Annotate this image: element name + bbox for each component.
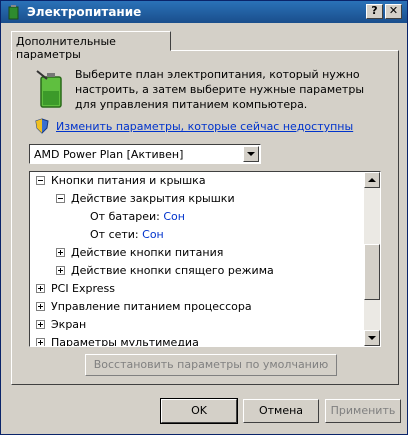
chevron-up-icon <box>368 178 376 182</box>
help-button[interactable]: ? <box>366 4 383 19</box>
expand-icon[interactable] <box>36 338 45 346</box>
expand-icon[interactable] <box>36 320 45 329</box>
chevron-down-icon <box>247 152 255 156</box>
apply-button[interactable]: Применить <box>325 399 401 423</box>
tree-item-pci-express[interactable]: PCI Express <box>36 281 115 297</box>
power-plan-value: AMD Power Plan [Активен] <box>34 148 184 161</box>
collapse-icon[interactable] <box>56 194 65 203</box>
ok-button[interactable]: OK <box>160 398 238 424</box>
dropdown-button[interactable] <box>243 146 259 162</box>
tree-item-plugged-in[interactable]: От сети: Сон <box>90 227 164 243</box>
description-text: Выберите план электропитания, который ну… <box>75 68 365 111</box>
tab-label: Дополнительные параметры <box>16 35 116 61</box>
expand-icon[interactable] <box>56 266 65 275</box>
power-options-window: Электропитание ? ✕ Дополнительные параме… <box>0 0 408 435</box>
chevron-down-icon <box>368 336 376 340</box>
scroll-up-button[interactable] <box>364 172 380 188</box>
tree-item-on-battery[interactable]: От батареи: Сон <box>90 209 185 225</box>
power-plan-select[interactable]: AMD Power Plan [Активен] <box>29 144 261 164</box>
tree-item-sleep-button-action[interactable]: Действие кнопки спящего режима <box>56 263 274 279</box>
plugged-in-value[interactable]: Сон <box>142 228 164 241</box>
tab-advanced-settings[interactable]: Дополнительные параметры <box>11 31 171 61</box>
settings-tree[interactable]: Кнопки питания и крышка Действие закрыти… <box>29 171 381 347</box>
tree-item-display[interactable]: Экран <box>36 317 86 333</box>
collapse-icon[interactable] <box>36 176 45 185</box>
on-battery-value[interactable]: Сон <box>163 210 185 223</box>
tree-item-processor-power[interactable]: Управление питанием процессора <box>36 299 252 315</box>
tree-item-multimedia[interactable]: Параметры мультимедиа <box>36 335 199 346</box>
battery-plug-icon <box>36 70 62 108</box>
expand-icon[interactable] <box>36 284 45 293</box>
tree-item-power-buttons-lid[interactable]: Кнопки питания и крышка <box>36 173 206 189</box>
title-bar[interactable]: Электропитание ? ✕ <box>1 1 407 23</box>
cancel-button[interactable]: Отмена <box>243 399 319 423</box>
uac-shield-icon <box>35 118 49 134</box>
window-title: Электропитание <box>27 5 142 19</box>
power-icon <box>8 5 19 20</box>
vertical-scrollbar[interactable] <box>364 172 380 346</box>
tree-item-power-button-action[interactable]: Действие кнопки питания <box>56 245 223 261</box>
scroll-thumb[interactable] <box>364 244 380 300</box>
tree-item-lid-close-action[interactable]: Действие закрытия крышки <box>56 191 235 207</box>
expand-icon[interactable] <box>56 248 65 257</box>
scroll-down-button[interactable] <box>364 330 380 346</box>
expand-icon[interactable] <box>36 302 45 311</box>
close-button[interactable]: ✕ <box>385 4 402 19</box>
change-unavailable-settings-link[interactable]: Изменить параметры, которые сейчас недос… <box>56 120 353 133</box>
restore-defaults-button[interactable]: Восстановить параметры по умолчанию <box>85 354 337 376</box>
